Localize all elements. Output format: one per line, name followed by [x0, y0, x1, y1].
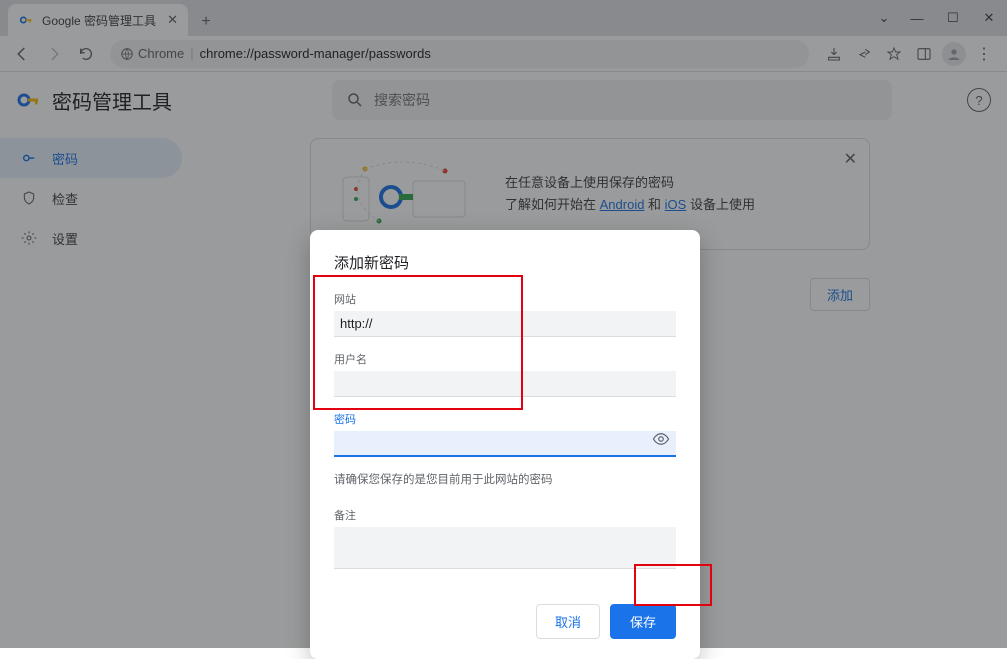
username-input[interactable]	[334, 371, 676, 397]
save-button[interactable]: 保存	[610, 604, 676, 639]
password-hint: 请确保您保存的是您目前用于此网站的密码	[334, 471, 676, 487]
field-password: 密码	[334, 411, 676, 457]
username-label: 用户名	[334, 351, 676, 367]
note-label: 备注	[334, 507, 676, 523]
dialog-title: 添加新密码	[334, 252, 676, 273]
site-input[interactable]	[334, 311, 676, 337]
site-label: 网站	[334, 291, 676, 307]
field-site: 网站	[334, 291, 676, 337]
field-note: 备注	[334, 507, 676, 574]
password-label: 密码	[334, 411, 676, 427]
password-input[interactable]	[334, 431, 676, 457]
add-password-dialog: 添加新密码 网站 用户名 密码 请确保您保存的是您目前用于此网站的密码 备注 取…	[310, 230, 700, 659]
dialog-actions: 取消 保存	[334, 604, 676, 639]
toggle-visibility-icon[interactable]	[652, 430, 670, 453]
cancel-button[interactable]: 取消	[536, 604, 600, 639]
note-input[interactable]	[334, 527, 676, 569]
field-username: 用户名	[334, 351, 676, 397]
